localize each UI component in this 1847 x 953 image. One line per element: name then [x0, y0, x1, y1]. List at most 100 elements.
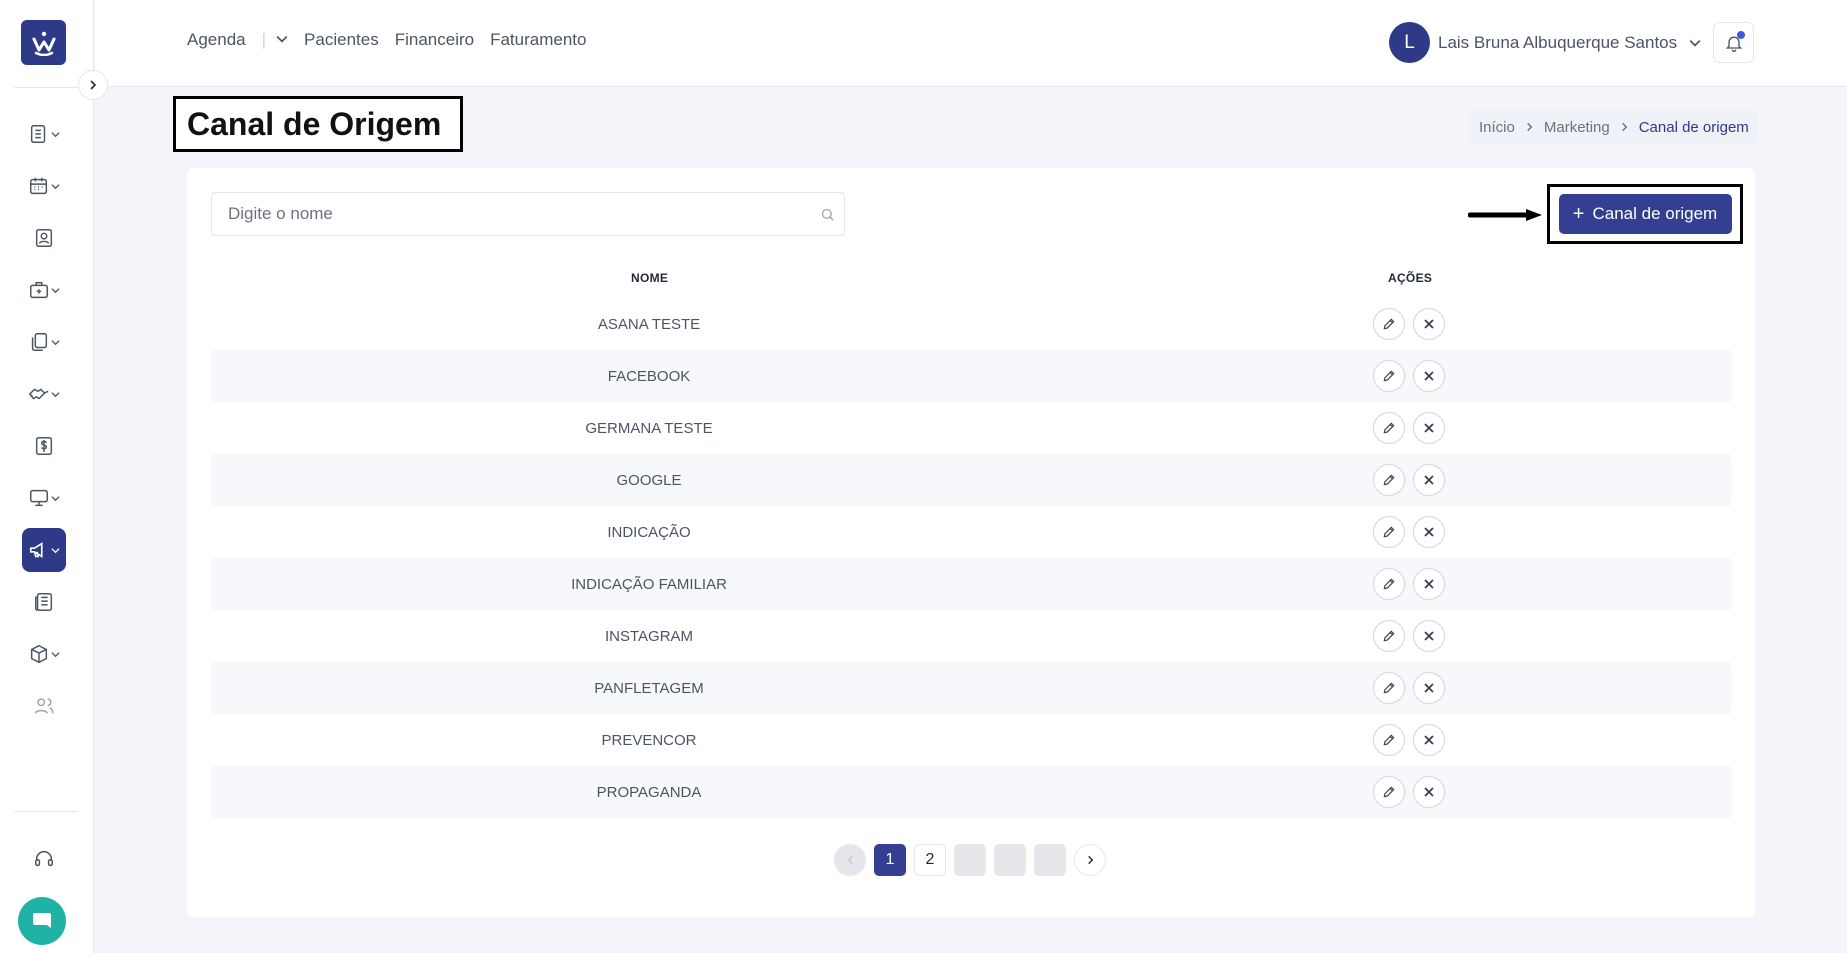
row-name: PANFLETAGEM — [594, 679, 704, 697]
edit-button[interactable] — [1373, 568, 1405, 600]
sidebar-expand-button[interactable] — [78, 70, 108, 100]
arrow-annotation-icon — [1468, 209, 1542, 221]
nav-pacientes[interactable]: Pacientes — [304, 30, 379, 50]
chevron-down-icon — [51, 547, 60, 553]
nav-agenda[interactable]: Agenda — [187, 30, 246, 50]
close-icon — [1424, 579, 1434, 589]
breadcrumb-inicio[interactable]: Início — [1479, 119, 1515, 136]
row-name: FACEBOOK — [607, 367, 691, 385]
nav-agenda-dropdown[interactable] — [276, 30, 288, 50]
prev-page-button[interactable] — [834, 844, 866, 876]
edit-button[interactable] — [1373, 620, 1405, 652]
page-button-4[interactable] — [994, 844, 1026, 876]
close-icon — [1424, 319, 1434, 329]
chevron-down-icon — [51, 391, 60, 397]
documents-icon — [31, 333, 48, 351]
row-actions — [1373, 776, 1453, 808]
delete-button[interactable] — [1413, 412, 1445, 444]
close-icon — [1424, 423, 1434, 433]
table-row: INSTAGRAM — [211, 610, 1731, 662]
row-name: PREVENCOR — [601, 731, 697, 749]
page-button-1[interactable]: 1 — [874, 844, 906, 876]
table-body: ASANA TESTE FACEBOOK GERMANA TESTE GOOGL… — [211, 298, 1731, 818]
nav-financeiro[interactable]: Financeiro — [395, 30, 474, 50]
delete-button[interactable] — [1413, 724, 1445, 756]
delete-button[interactable] — [1413, 672, 1445, 704]
page-button-3[interactable] — [954, 844, 986, 876]
sidebar-item-documents[interactable] — [22, 320, 66, 364]
sidebar-divider-bottom — [14, 811, 78, 812]
edit-button[interactable] — [1373, 360, 1405, 392]
row-name: INDICAÇÃO FAMILIAR — [571, 575, 727, 593]
chevron-down-icon — [51, 651, 60, 657]
sidebar-item-lists[interactable] — [22, 112, 66, 156]
add-button-highlight: + Canal de origem — [1547, 184, 1743, 244]
edit-button[interactable] — [1373, 412, 1405, 444]
sidebar-item-medical[interactable] — [22, 268, 66, 312]
pagination: 1 2 — [834, 844, 1114, 876]
app-logo[interactable] — [21, 20, 66, 65]
newspaper-icon — [35, 593, 53, 611]
sidebar-item-patients[interactable] — [22, 216, 66, 260]
table-row: GERMANA TESTE — [211, 402, 1731, 454]
breadcrumb-marketing[interactable]: Marketing — [1544, 119, 1610, 136]
search-input[interactable] — [212, 193, 844, 235]
top-header: Agenda | Pacientes Financeiro Faturament… — [95, 0, 1847, 87]
sidebar-item-screens[interactable] — [22, 476, 66, 520]
column-header-nome[interactable]: NOME — [631, 271, 668, 285]
headset-icon — [35, 851, 53, 867]
dollar-icon — [35, 437, 53, 455]
row-name: INDICAÇÃO — [607, 523, 691, 541]
row-name: GERMANA TESTE — [585, 419, 713, 437]
column-header-acoes: AÇÕES — [1388, 271, 1433, 285]
sidebar-item-support[interactable] — [22, 837, 66, 881]
edit-button[interactable] — [1373, 776, 1405, 808]
delete-button[interactable] — [1413, 464, 1445, 496]
close-icon — [1424, 631, 1434, 641]
chevron-down-icon — [51, 495, 60, 501]
sidebar-item-finance[interactable] — [22, 424, 66, 468]
notifications-button[interactable] — [1713, 22, 1754, 63]
edit-button[interactable] — [1373, 672, 1405, 704]
sidebar-item-calendar[interactable] — [22, 164, 66, 208]
delete-button[interactable] — [1413, 308, 1445, 340]
chat-button[interactable] — [18, 897, 66, 945]
pencil-icon — [1383, 370, 1395, 382]
delete-button[interactable] — [1413, 568, 1445, 600]
sidebar-item-news[interactable] — [22, 580, 66, 624]
delete-button[interactable] — [1413, 620, 1445, 652]
box-icon — [30, 644, 48, 664]
row-name: ASANA TESTE — [597, 315, 701, 333]
sidebar-item-users[interactable] — [22, 684, 66, 728]
add-button-label: Canal de origem — [1592, 204, 1718, 223]
edit-button[interactable] — [1373, 516, 1405, 548]
pencil-icon — [1383, 474, 1395, 486]
sidebar-item-inventory[interactable] — [22, 632, 66, 676]
edit-button[interactable] — [1373, 724, 1405, 756]
page-button-5[interactable] — [1034, 844, 1066, 876]
add-canal-origem-button[interactable]: + Canal de origem — [1558, 194, 1732, 234]
next-page-button[interactable] — [1074, 844, 1106, 876]
pencil-icon — [1383, 526, 1395, 538]
sidebar-item-marketing[interactable] — [22, 528, 66, 572]
megaphone-icon — [29, 542, 43, 558]
row-actions — [1373, 308, 1453, 340]
row-actions — [1373, 516, 1453, 548]
page-button-2[interactable]: 2 — [914, 844, 946, 876]
chevron-right-icon — [90, 80, 97, 90]
monitor-icon — [30, 489, 48, 507]
user-menu[interactable]: L Lais Bruna Albuquerque Santos — [1389, 22, 1701, 63]
user-name: Lais Bruna Albuquerque Santos — [1438, 32, 1678, 52]
table-row: INDICAÇÃO FAMILIAR — [211, 558, 1731, 610]
delete-button[interactable] — [1413, 516, 1445, 548]
edit-button[interactable] — [1373, 464, 1405, 496]
sidebar-item-agreements[interactable] — [22, 372, 66, 416]
nav-faturamento[interactable]: Faturamento — [490, 30, 586, 50]
delete-button[interactable] — [1413, 360, 1445, 392]
search-box — [211, 192, 845, 236]
chevron-down-icon — [51, 131, 60, 137]
chevron-down-icon — [51, 287, 60, 293]
close-icon — [1424, 371, 1434, 381]
edit-button[interactable] — [1373, 308, 1405, 340]
delete-button[interactable] — [1413, 776, 1445, 808]
